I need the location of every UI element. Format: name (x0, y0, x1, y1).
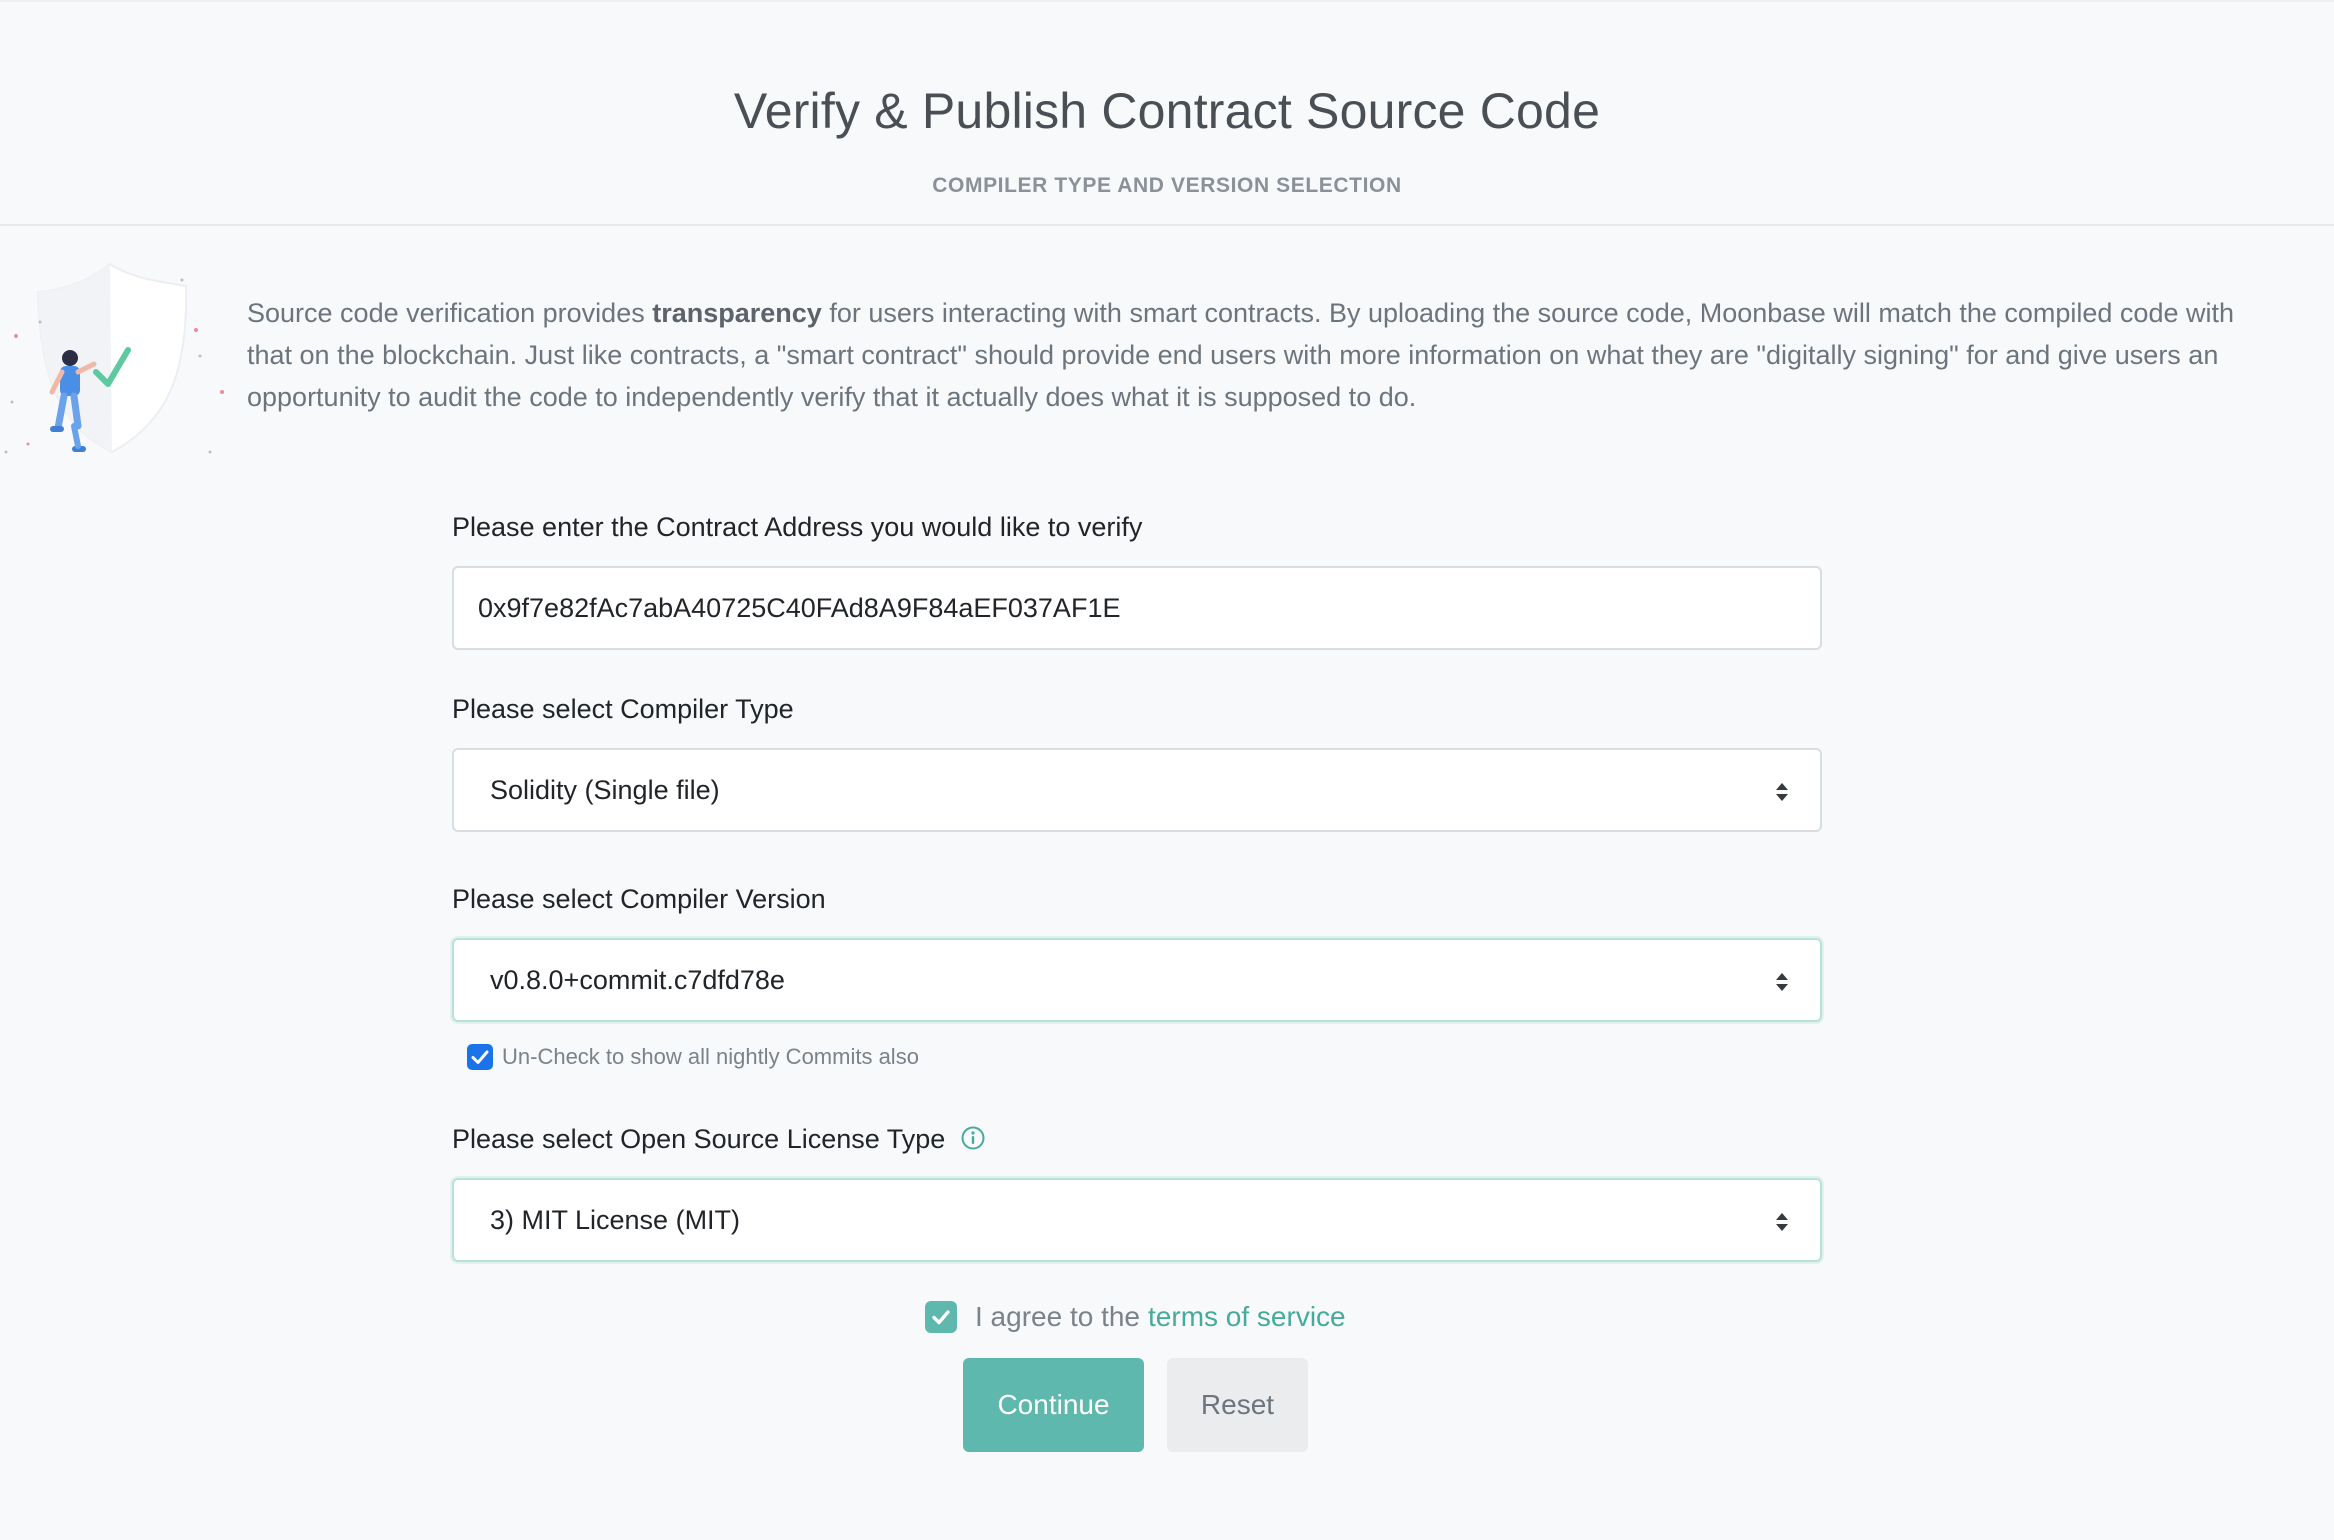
select-arrows-icon (1776, 1213, 1788, 1231)
contract-address-label: Please enter the Contract Address you wo… (452, 512, 1143, 542)
nightly-commits-option: Un-Check to show all nightly Commits als… (467, 1042, 919, 1072)
terms-agreement: I agree to the terms of service (925, 1300, 1346, 1334)
license-type-label: Please select Open Source License Type (452, 1124, 985, 1155)
page-subtitle: COMPILER TYPE AND VERSION SELECTION (932, 174, 1402, 197)
nightly-commits-checkbox[interactable] (467, 1044, 493, 1070)
compiler-type-selected: Solidity (Single file) (490, 775, 720, 805)
terms-agreement-text: I agree to the (975, 1301, 1141, 1332)
intro-prefix: Source code verification provides (247, 298, 653, 328)
checkmark-icon (932, 1310, 950, 1325)
contract-address-value: 0x9f7e82fAc7abA40725C40FAd8A9F84aEF037AF… (478, 593, 1121, 623)
compiler-type-label: Please select Compiler Type (452, 694, 794, 724)
checkmark-icon (471, 1050, 489, 1064)
nightly-commits-label: Un-Check to show all nightly Commits als… (502, 1044, 919, 1069)
compiler-version-selected: v0.8.0+commit.c7dfd78e (490, 965, 785, 995)
verification-illustration (0, 252, 230, 472)
page-header: Verify & Publish Contract Source Code CO… (0, 0, 2334, 226)
compiler-version-select[interactable]: v0.8.0+commit.c7dfd78e (452, 938, 1822, 1022)
page-title: Verify & Publish Contract Source Code (733, 83, 1601, 139)
select-arrows-icon (1776, 783, 1788, 801)
license-type-select[interactable]: 3) MIT License (MIT) (452, 1178, 1822, 1262)
compiler-version-label: Please select Compiler Version (452, 884, 826, 914)
info-icon[interactable] (961, 1126, 985, 1150)
terms-checkbox[interactable] (925, 1301, 957, 1333)
intro-paragraph: Source code verification provides transp… (247, 292, 2277, 418)
license-type-label-text: Please select Open Source License Type (452, 1124, 946, 1154)
select-arrows-icon (1776, 973, 1788, 991)
contract-address-input[interactable]: 0x9f7e82fAc7abA40725C40FAd8A9F84aEF037AF… (452, 566, 1822, 650)
continue-button[interactable]: Continue (963, 1358, 1144, 1452)
license-type-selected: 3) MIT License (MIT) (490, 1205, 741, 1235)
terms-of-service-link[interactable]: terms of service (1148, 1301, 1346, 1333)
reset-button[interactable]: Reset (1167, 1358, 1308, 1452)
intro-bold-term: transparency (652, 298, 822, 328)
compiler-type-select[interactable]: Solidity (Single file) (452, 748, 1822, 832)
shield-person-illustration (4, 262, 224, 454)
